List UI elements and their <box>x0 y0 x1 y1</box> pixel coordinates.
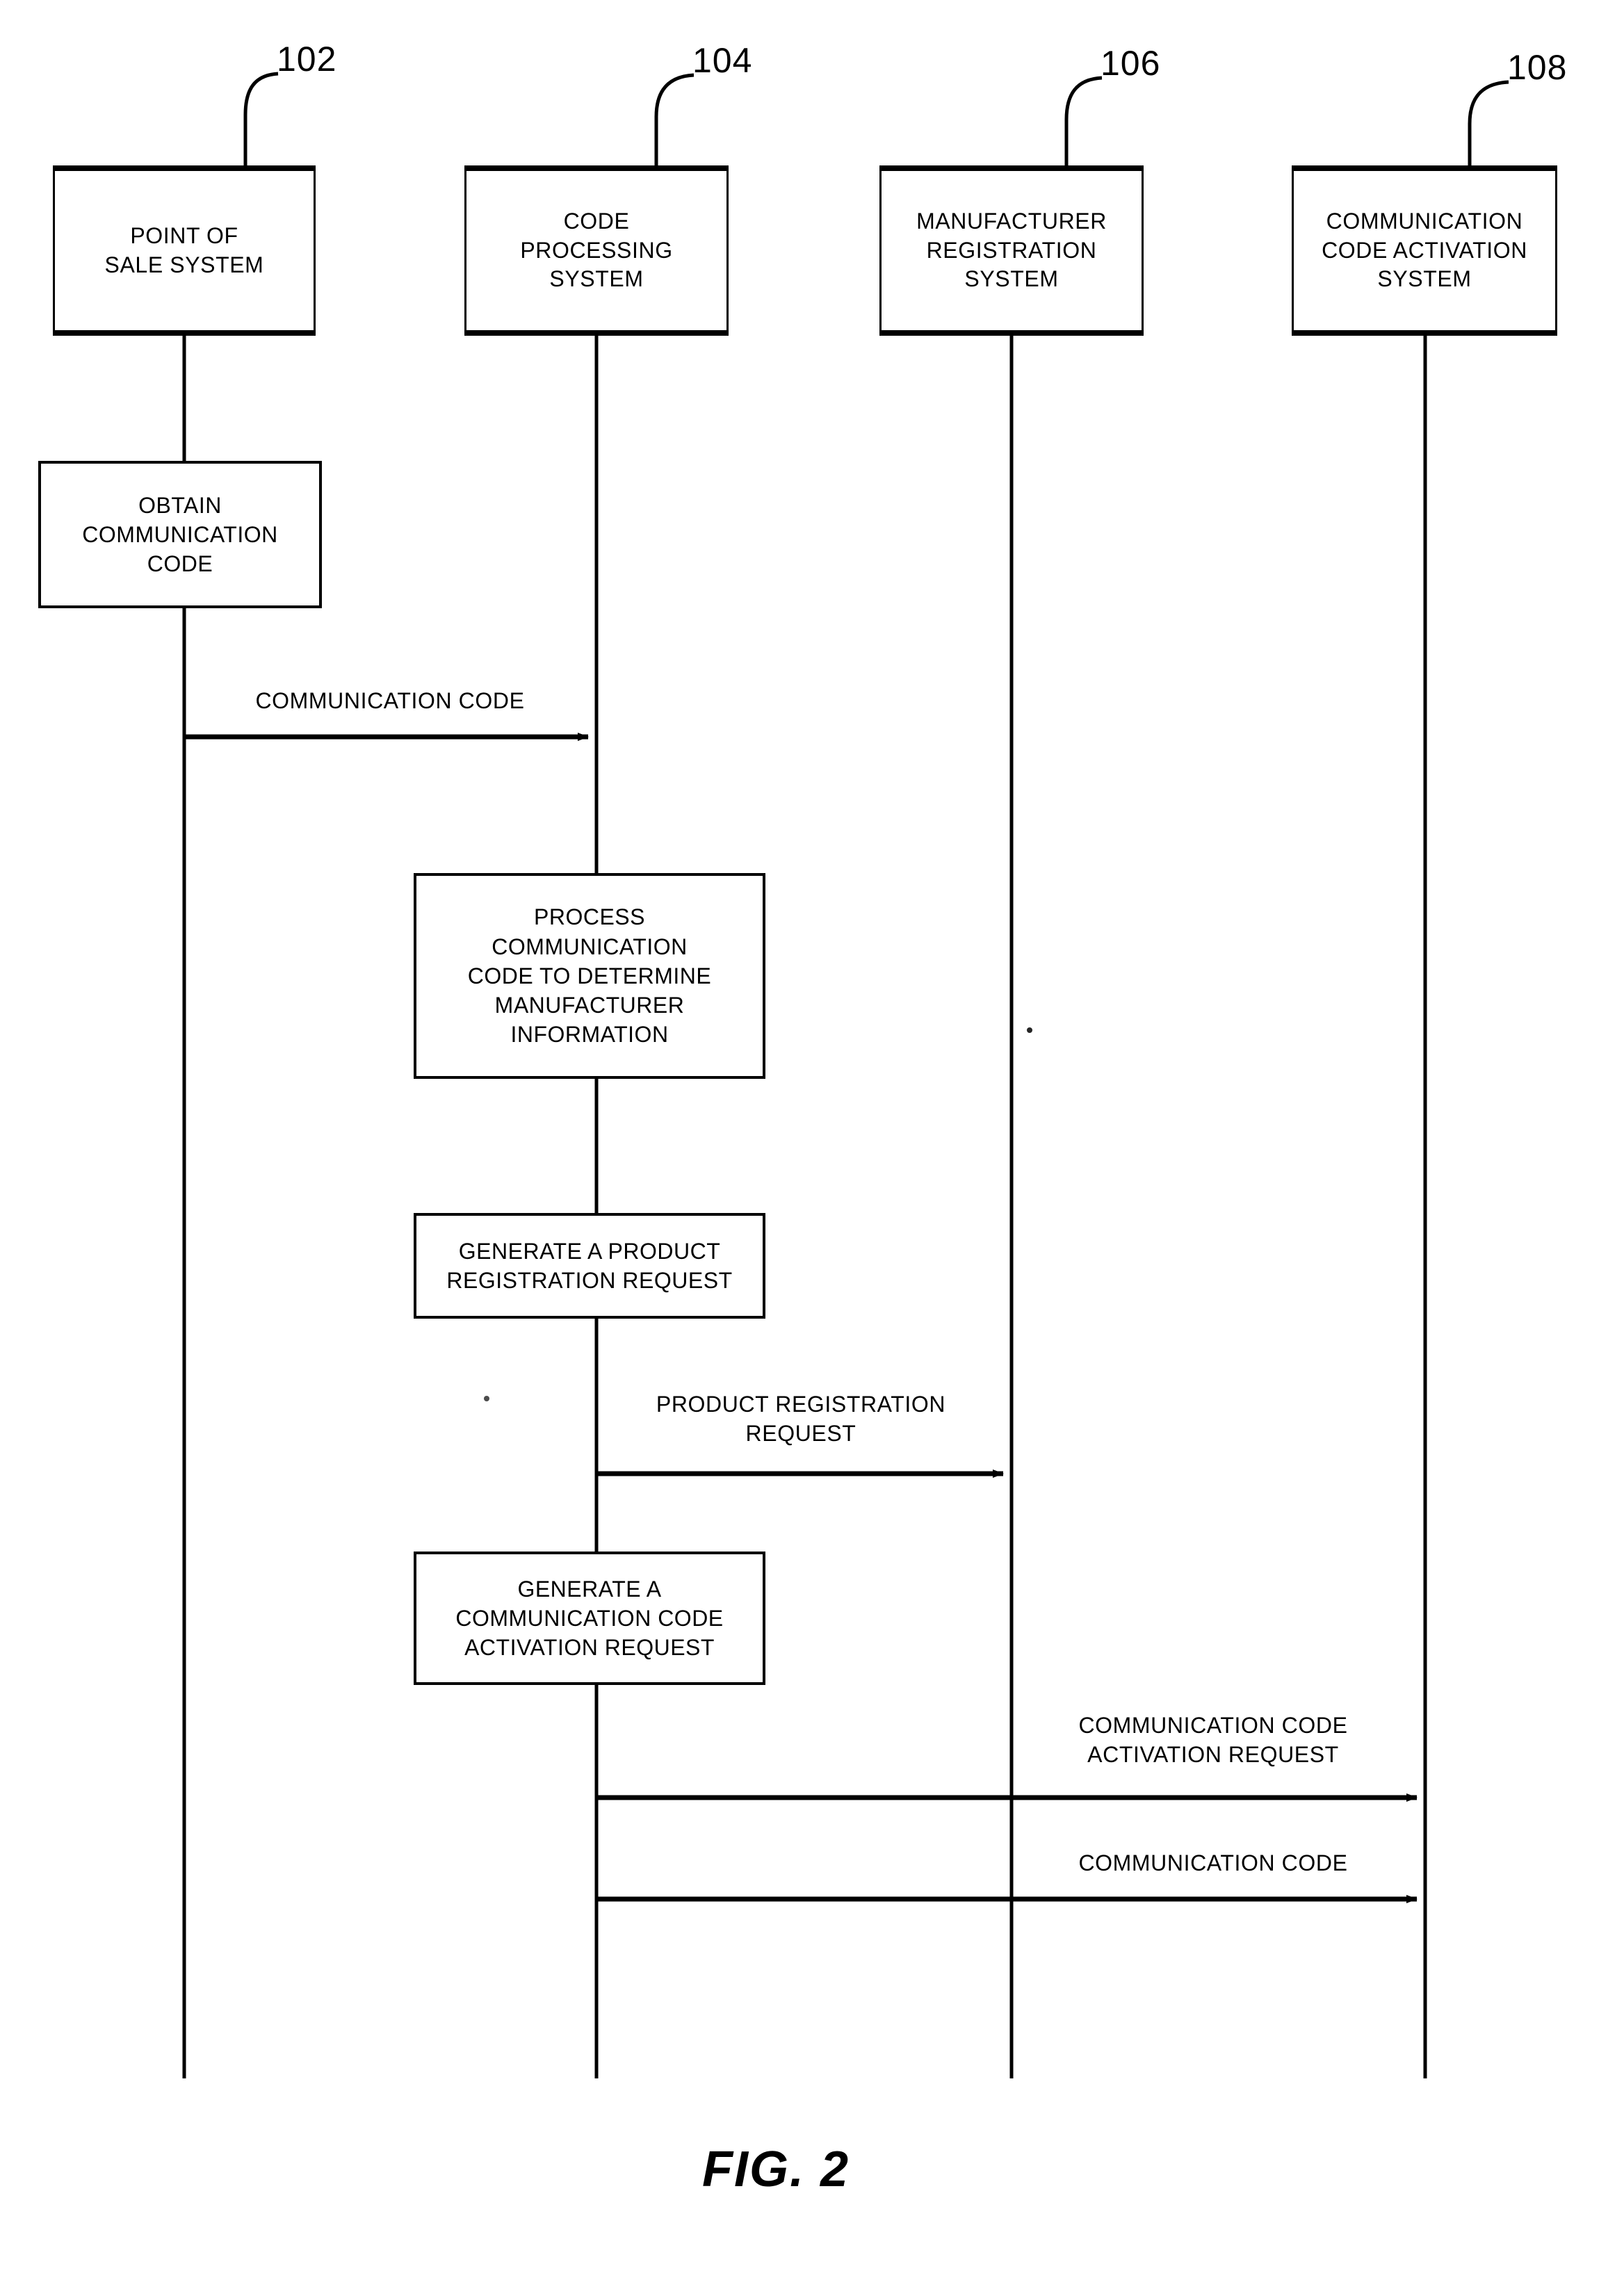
message-label-communication-code-1: COMMUNICATION CODE <box>255 688 525 713</box>
lifeline-header-label: COMMUNICATION CODE ACTIVATION SYSTEM <box>1322 209 1527 292</box>
activity-box-obtain-communication-code: OBTAIN COMMUNICATION CODE <box>38 461 322 608</box>
reference-numeral-108: 108 <box>1507 48 1568 87</box>
lifeline-header-label: MANUFACTURER REGISTRATION SYSTEM <box>916 209 1107 292</box>
reference-numeral-104: 104 <box>692 41 753 80</box>
figure-caption: FIG. 2 <box>702 2142 850 2197</box>
activity-box-generate-communication-code-activation-request: GENERATE A COMMUNICATION CODE ACTIVATION… <box>414 1552 765 1685</box>
message-label-product-registration-request: PRODUCT REGISTRATION REQUEST <box>656 1392 946 1446</box>
activity-box-generate-product-registration-request: GENERATE A PRODUCT REGISTRATION REQUEST <box>414 1213 765 1319</box>
activity-box-label: PROCESS COMMUNICATION CODE TO DETERMINE … <box>467 904 712 1048</box>
reference-numeral-106: 106 <box>1101 44 1161 83</box>
leader-line-102 <box>243 72 279 165</box>
diagram-vector-layer <box>53 72 1557 2078</box>
leader-line-108 <box>1468 80 1509 168</box>
lifeline-stems <box>182 336 1427 2078</box>
message-label-communication-code-2: COMMUNICATION CODE <box>1078 1850 1348 1875</box>
leader-line-106 <box>1064 76 1103 167</box>
patent-figure-page: 102 104 106 108 POINT OF SALE SYSTEM COD… <box>0 0 1624 2280</box>
lifeline-header-communication-code-activation-system: COMMUNICATION CODE ACTIVATION SYSTEM <box>1292 165 1557 332</box>
activity-box-process-communication-code: PROCESS COMMUNICATION CODE TO DETERMINE … <box>414 873 765 1079</box>
activity-box-label: GENERATE A COMMUNICATION CODE ACTIVATION… <box>455 1576 724 1661</box>
message-label-communication-code-activation-request: COMMUNICATION CODE ACTIVATION REQUEST <box>1078 1713 1348 1767</box>
lifeline-header-label: POINT OF SALE SYSTEM <box>104 222 264 277</box>
activity-box-label: OBTAIN COMMUNICATION CODE <box>82 492 278 577</box>
reference-numeral-102: 102 <box>277 40 337 79</box>
lifeline-header-point-of-sale-system: POINT OF SALE SYSTEM <box>53 165 316 332</box>
activity-box-label: GENERATE A PRODUCT REGISTRATION REQUEST <box>446 1238 733 1293</box>
lifeline-header-manufacturer-registration-system: MANUFACTURER REGISTRATION SYSTEM <box>879 165 1144 332</box>
lifeline-header-code-processing-system: CODE PROCESSING SYSTEM <box>464 165 729 332</box>
lifeline-header-label: CODE PROCESSING SYSTEM <box>520 209 673 292</box>
leader-line-104 <box>654 73 695 165</box>
